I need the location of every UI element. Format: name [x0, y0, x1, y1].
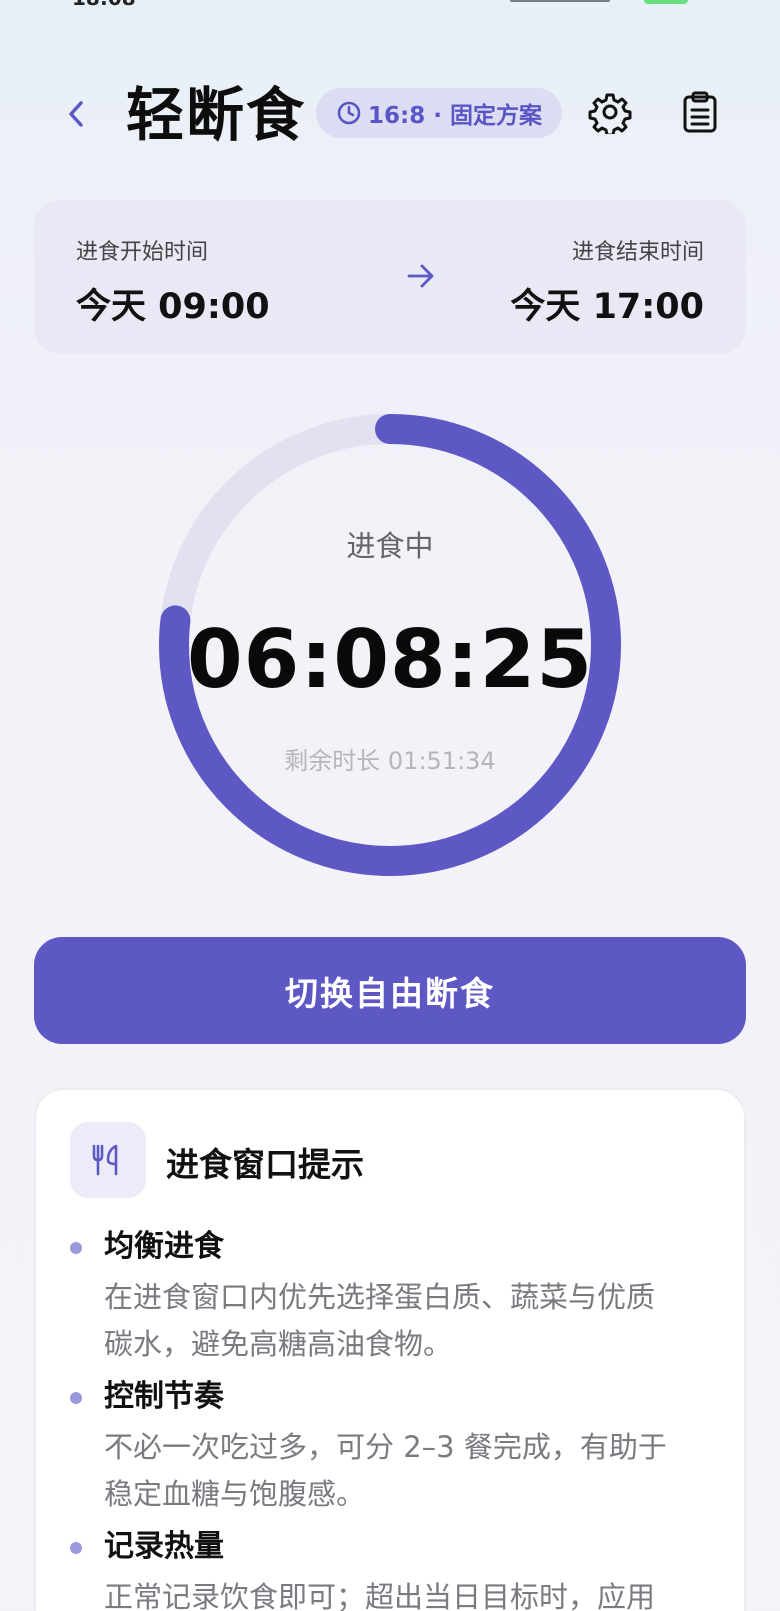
- tip-body-line: 碳水，避免高糖高油食物。: [104, 1327, 453, 1361]
- tip-body-line: 稳定血糖与饱腹感。: [104, 1477, 366, 1511]
- utensils-icon: [92, 1144, 118, 1176]
- back-button[interactable]: [56, 92, 96, 136]
- plan-badge-label: 16:8 · 固定方案: [368, 103, 542, 129]
- window-end-label: 进食结束时间: [571, 240, 704, 265]
- tip-body-line: 正常记录饮食即可；超出当日目标时，应用: [104, 1580, 656, 1611]
- tip-item: 记录热量 正常记录饮食即可；超出当日目标时，应用: [70, 1526, 720, 1611]
- tip-title: 控制节奏: [104, 1379, 224, 1414]
- gear-icon: [588, 93, 632, 137]
- tip-title: 均衡进食: [104, 1229, 224, 1264]
- tip-item: 均衡进食 在进食窗口内优先选择蛋白质、蔬菜与优质 碳水，避免高糖高油食物。: [70, 1226, 720, 1368]
- signal-icon: [510, 0, 610, 2]
- status-time: 18:08: [72, 0, 136, 10]
- tip-body-line: 不必一次吃过多，可分 2–3 餐完成，有助于: [104, 1430, 667, 1464]
- tip-body: 在进食窗口内优先选择蛋白质、蔬菜与优质 碳水，避免高糖高油食物。: [104, 1274, 720, 1368]
- timer-remaining: 剩余时长 01:51:34: [284, 747, 496, 775]
- timer-elapsed: 06:08:25: [187, 613, 593, 706]
- switch-free-fasting-button[interactable]: 切换自由断食: [34, 937, 746, 1044]
- tip-body-line: 在进食窗口内优先选择蛋白质、蔬菜与优质: [104, 1280, 656, 1314]
- header: 轻断食 16:8 · 固定方案: [0, 80, 780, 150]
- tip-item: 控制节奏 不必一次吃过多，可分 2–3 餐完成，有助于 稳定血糖与饱腹感。: [70, 1376, 720, 1518]
- records-button[interactable]: [678, 90, 722, 134]
- tip-body: 不必一次吃过多，可分 2–3 餐完成，有助于 稳定血糖与饱腹感。: [104, 1424, 720, 1518]
- fasting-timer-ring: 进食中 06:08:25 剩余时长 01:51:34: [150, 405, 630, 885]
- window-end-value: 今天 17:00: [510, 287, 704, 327]
- timer-status: 进食中: [346, 529, 434, 563]
- tips-card: 进食窗口提示 均衡进食 在进食窗口内优先选择蛋白质、蔬菜与优质 碳水，避免高糖高…: [34, 1088, 746, 1611]
- window-start: 进食开始时间 今天 09:00: [76, 234, 270, 329]
- battery-icon: [644, 0, 688, 4]
- status-bar: 18:08: [0, 0, 780, 10]
- bullet-dot: [70, 1392, 82, 1404]
- tips-icon-box: [70, 1122, 146, 1198]
- window-start-label: 进食开始时间: [76, 240, 209, 265]
- settings-button[interactable]: [588, 90, 632, 137]
- window-end: 进食结束时间 今天 17:00: [510, 234, 704, 329]
- arrow-right-icon: [406, 262, 436, 294]
- clipboard-icon: [683, 91, 717, 133]
- chevron-left-icon: [69, 101, 83, 127]
- eating-window-card: 进食开始时间 今天 09:00 进食结束时间 今天 17:00: [34, 200, 746, 354]
- tips-title: 进食窗口提示: [166, 1145, 364, 1184]
- page-title: 轻断食: [126, 81, 307, 149]
- tip-title: 记录热量: [104, 1529, 224, 1564]
- bullet-dot: [70, 1242, 82, 1254]
- tip-body: 正常记录饮食即可；超出当日目标时，应用: [104, 1574, 720, 1611]
- bullet-dot: [70, 1542, 82, 1554]
- clock-icon: [337, 101, 361, 125]
- window-start-value: 今天 09:00: [76, 287, 270, 327]
- plan-badge[interactable]: 16:8 · 固定方案: [316, 88, 562, 138]
